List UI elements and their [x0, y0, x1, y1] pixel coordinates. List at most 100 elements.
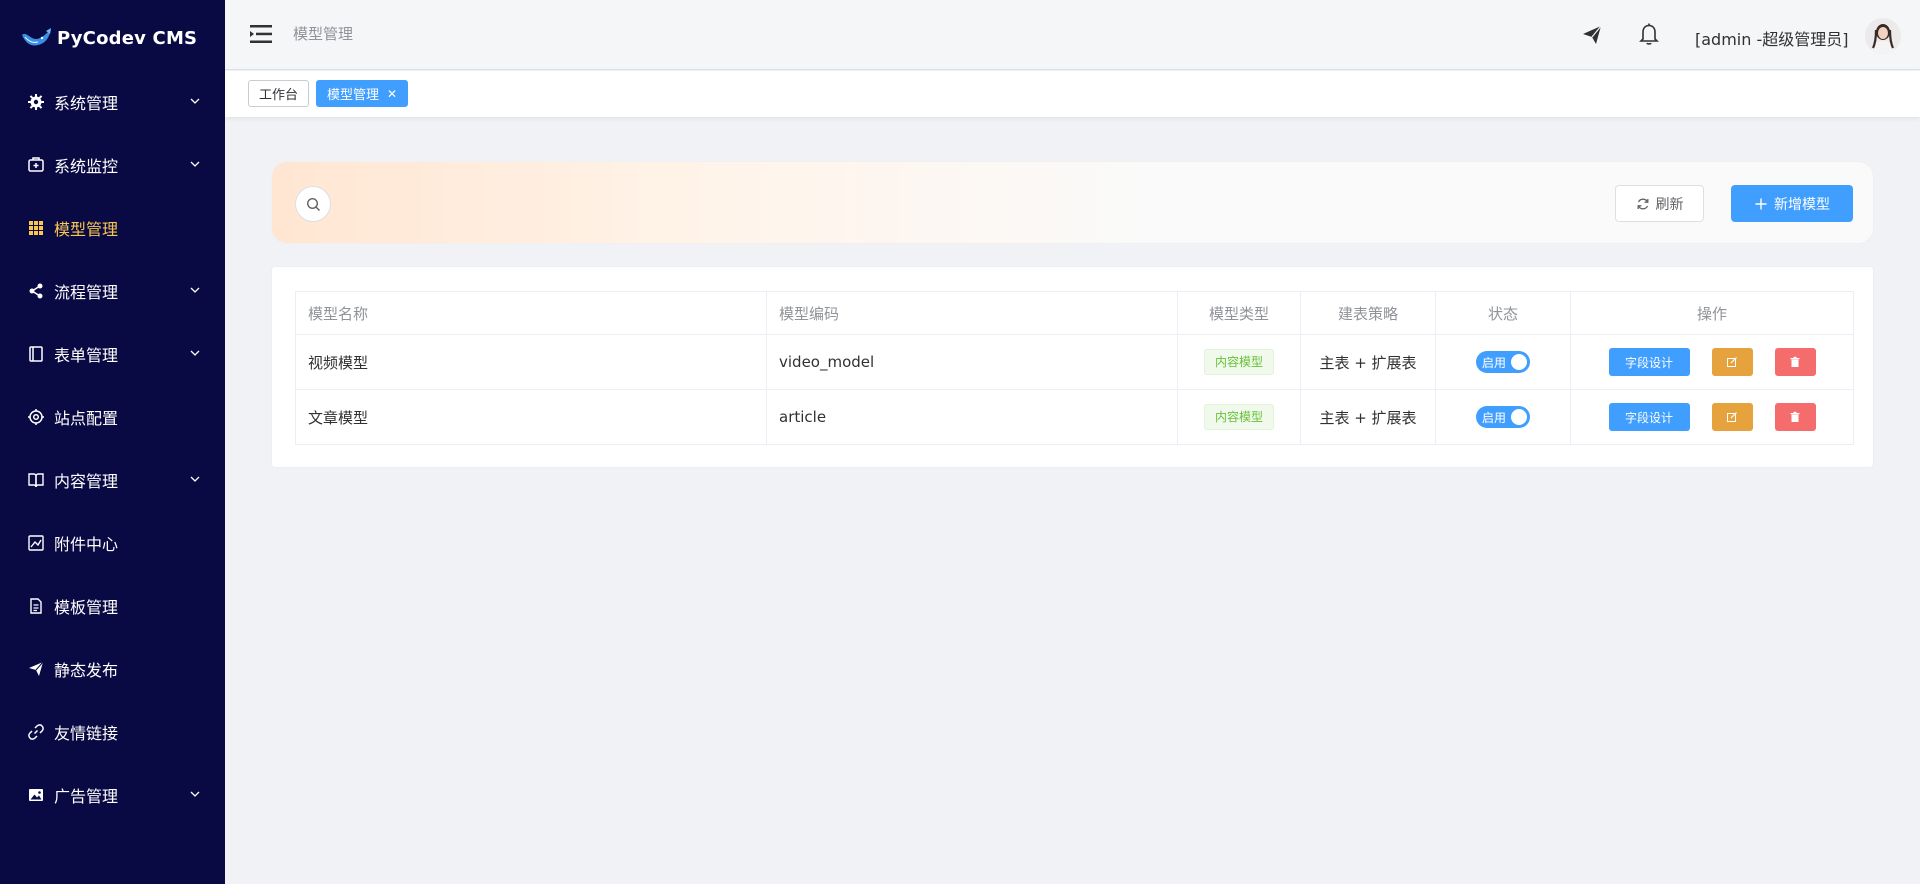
sidebar-item-attachment-center[interactable]: 附件中心: [0, 517, 225, 569]
model-type-tag: 内容模型: [1203, 404, 1274, 430]
sidebar-item-system-monitor[interactable]: 系统监控: [0, 139, 225, 191]
menu-toggle-icon[interactable]: [250, 24, 272, 44]
refresh-button[interactable]: 刷新: [1615, 185, 1704, 222]
user-name[interactable]: [admin -超级管理员]: [1695, 26, 1848, 50]
column-header: 模型编码: [766, 291, 1178, 335]
column-header: 状态: [1435, 291, 1571, 335]
field-design-button[interactable]: 字段设计: [1608, 403, 1690, 431]
actions-cell: 字段设计: [1570, 334, 1854, 390]
whale-logo-icon: [22, 28, 51, 46]
bell-icon[interactable]: [1638, 22, 1660, 46]
model-code: video_model: [766, 334, 1178, 390]
sidebar-item-system-management[interactable]: 系统管理: [0, 76, 225, 128]
monitor-icon: [27, 156, 45, 174]
tabs-bar: 工作台 模型管理 ✕: [225, 71, 1920, 117]
refresh-label: 刷新: [1655, 196, 1684, 213]
tab-workbench[interactable]: 工作台: [248, 80, 310, 107]
sidebar-item-label: 静态发布: [54, 661, 119, 680]
sidebar-item-template-management[interactable]: 模板管理: [0, 580, 225, 632]
search-button[interactable]: [295, 186, 331, 222]
search-icon: [306, 197, 320, 211]
delete-button[interactable]: [1774, 403, 1816, 431]
field-design-button[interactable]: 字段设计: [1608, 348, 1690, 376]
model-table-card: 模型名称 模型编码 模型类型 建表策略 状态 操作 视频模型 video_mod…: [271, 266, 1874, 468]
sidebar-item-content-management[interactable]: 内容管理: [0, 454, 225, 506]
sidebar-item-label: 附件中心: [54, 535, 119, 554]
model-name: 视频模型: [295, 334, 767, 390]
chevron-down-icon: [190, 287, 200, 293]
column-header: 模型名称: [295, 291, 767, 335]
model-type-cell: 内容模型: [1177, 389, 1301, 445]
actions-cell: 字段设计: [1570, 389, 1854, 445]
paper-plane-icon[interactable]: [1581, 24, 1603, 46]
app-logo[interactable]: PyCodev CMS: [0, 0, 225, 76]
toggle-knob: [1511, 409, 1527, 425]
image-chart-icon: [27, 534, 45, 552]
add-model-label: 新增模型: [1774, 196, 1830, 213]
table-row: 文章模型 article 内容模型 主表 + 扩展表 启用 字段设计: [295, 389, 1854, 445]
sidebar-item-label: 友情链接: [54, 724, 119, 743]
table-row: 视频模型 video_model 内容模型 主表 + 扩展表 启用 字段设计: [295, 334, 1854, 390]
status-toggle[interactable]: 启用: [1476, 351, 1530, 373]
status-toggle-label: 启用: [1482, 355, 1507, 370]
link-icon: [27, 723, 45, 741]
sidebar-item-label: 内容管理: [54, 472, 119, 491]
model-name: 文章模型: [295, 389, 767, 445]
breadcrumb: 模型管理: [293, 25, 354, 43]
share-icon: [27, 282, 45, 300]
sidebar: PyCodev CMS 系统管理 系统监控 模型管理 流程管理 表单管理 站点配…: [0, 0, 225, 884]
sidebar-item-label: 系统监控: [54, 157, 119, 176]
sidebar-item-label: 站点配置: [54, 409, 119, 428]
sidebar-item-label: 表单管理: [54, 346, 119, 365]
toggle-knob: [1511, 354, 1527, 370]
sidebar-item-friend-links[interactable]: 友情链接: [0, 706, 225, 758]
edit-icon: [1727, 412, 1737, 422]
sidebar-item-label: 广告管理: [54, 787, 119, 806]
table-strategy: 主表 + 扩展表: [1300, 389, 1436, 445]
tab-label: 工作台: [259, 88, 299, 103]
search-toolbar: 刷新 新增模型: [271, 161, 1874, 244]
sidebar-item-label: 模型管理: [54, 220, 119, 239]
sidebar-item-label: 流程管理: [54, 283, 119, 302]
form-icon: [27, 345, 45, 363]
status-toggle-label: 启用: [1482, 410, 1507, 425]
trash-icon: [1790, 356, 1800, 367]
sidebar-item-label: 模板管理: [54, 598, 119, 617]
settings-icon: [27, 408, 45, 426]
tab-label: 模型管理: [327, 88, 380, 103]
avatar[interactable]: [1865, 18, 1901, 54]
edit-button[interactable]: [1711, 403, 1753, 431]
tab-model-management[interactable]: 模型管理 ✕: [316, 80, 409, 107]
gear-icon: [27, 93, 45, 111]
sidebar-item-site-config[interactable]: 站点配置: [0, 391, 225, 443]
close-icon[interactable]: ✕: [387, 87, 397, 101]
paper-plane-icon: [27, 660, 45, 678]
status-cell: 启用: [1435, 334, 1571, 390]
sidebar-item-form-management[interactable]: 表单管理: [0, 328, 225, 380]
sidebar-item-workflow-management[interactable]: 流程管理: [0, 265, 225, 317]
document-icon: [27, 597, 45, 615]
chevron-down-icon: [190, 350, 200, 356]
column-header: 模型类型: [1177, 291, 1301, 335]
edit-button[interactable]: [1711, 348, 1753, 376]
column-header: 建表策略: [1300, 291, 1436, 335]
delete-button[interactable]: [1774, 348, 1816, 376]
chevron-down-icon: [190, 161, 200, 167]
sidebar-item-ad-management[interactable]: 广告管理: [0, 769, 225, 821]
chevron-down-icon: [190, 476, 200, 482]
edit-icon: [1727, 357, 1737, 367]
chevron-down-icon: [190, 791, 200, 797]
model-code: article: [766, 389, 1178, 445]
sidebar-item-label: 系统管理: [54, 94, 119, 113]
table-strategy: 主表 + 扩展表: [1300, 334, 1436, 390]
refresh-icon: [1637, 198, 1648, 209]
book-icon: [27, 471, 45, 489]
status-toggle[interactable]: 启用: [1476, 406, 1530, 428]
sidebar-item-static-publish[interactable]: 静态发布: [0, 643, 225, 695]
picture-icon: [27, 786, 45, 804]
sidebar-item-model-management[interactable]: 模型管理: [0, 202, 225, 254]
model-table: 模型名称 模型编码 模型类型 建表策略 状态 操作 视频模型 video_mod…: [295, 291, 1854, 445]
model-type-cell: 内容模型: [1177, 334, 1301, 390]
add-model-button[interactable]: 新增模型: [1731, 185, 1853, 222]
grid-icon: [27, 219, 45, 237]
